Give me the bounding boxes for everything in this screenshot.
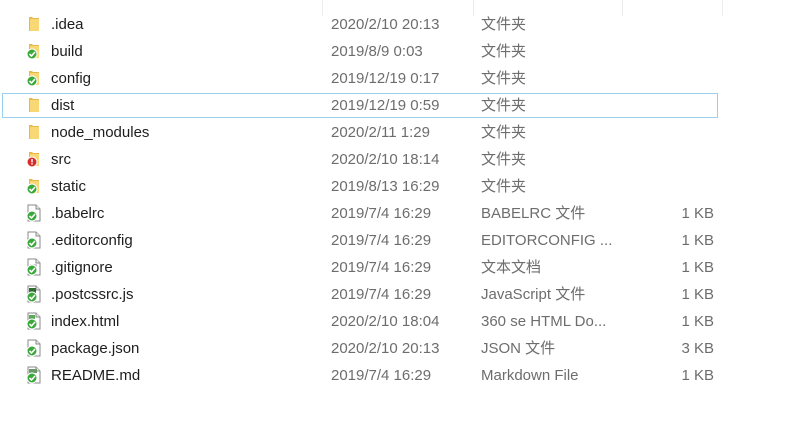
file-name: static [51,178,87,195]
file-name: README.md [51,367,141,384]
folder-icon [25,15,43,33]
file-size: 3 KB [681,340,714,357]
file-size: 1 KB [681,313,714,330]
file-size [630,38,714,65]
file-row[interactable]: .postcssrc.js 2019/7/4 16:29 JavaScript 文件… [0,281,795,308]
file-name: .babelrc [51,205,105,222]
file-size [630,92,714,119]
file-row[interactable]: src 2020/2/10 18:14 文件夹 [0,146,795,173]
file-size: 1 KB [681,259,714,276]
file-row[interactable]: static 2019/8/13 16:29 文件夹 [0,173,795,200]
file-row[interactable]: .babelrc 2019/7/4 16:29 BABELRC 文件 1 KB [0,200,795,227]
text-file-synced-icon [25,258,43,276]
file-row[interactable]: config 2019/12/19 0:17 文件夹 [0,65,795,92]
file-name: package.json [51,340,140,357]
file-type: BABELRC 文件 [481,205,586,222]
file-modified-date: 2020/2/10 18:14 [331,151,440,168]
file-size: 1 KB [681,232,714,249]
folder-synced-icon [25,69,43,87]
js-file-synced-icon [25,285,43,303]
folder-synced-icon [25,42,43,60]
html-file-synced-icon [25,312,43,330]
file-row[interactable]: README.md 2019/7/4 16:29 Markdown File 1 KB [0,362,795,389]
file-name: .idea [51,16,84,33]
file-modified-date: 2019/8/13 16:29 [331,178,440,195]
file-name: .gitignore [51,259,113,276]
folder-icon [25,123,43,141]
file-size: 1 KB [681,205,714,222]
folder-synced-icon [25,177,43,195]
file-type: 文件夹 [481,43,527,60]
file-name: src [51,151,71,168]
column-header-remnant [0,0,795,16]
file-type: 文本文档 [481,259,542,276]
file-modified-date: 2019/7/4 16:29 [331,367,432,384]
file-size: 1 KB [681,286,714,303]
file-type: 360 se HTML Do... [481,313,607,330]
file-row[interactable]: index.html 2020/2/10 18:04 360 se HTML Do.… [0,308,795,335]
file-type: Markdown File [481,367,579,384]
file-modified-date: 2019/12/19 0:17 [331,70,440,87]
file-type: JavaScript 文件 [481,286,586,303]
file-modified-date: 2019/7/4 16:29 [331,232,432,249]
file-name: build [51,43,83,60]
file-synced-icon [25,339,43,357]
file-modified-date: 2020/2/11 1:29 [331,124,430,141]
file-list: .idea 2020/2/10 20:13 文件夹 build 2019/8/9 0:0… [0,11,795,389]
file-type: 文件夹 [481,16,527,33]
file-modified-date: 2020/2/10 20:13 [331,16,440,33]
file-name: .editorconfig [51,232,133,249]
file-row[interactable]: node_modules 2020/2/11 1:29 文件夹 [0,119,795,146]
file-modified-date: 2020/2/10 18:04 [331,313,440,330]
file-synced-icon [25,231,43,249]
file-name: index.html [51,313,120,330]
file-modified-date: 2019/7/4 16:29 [331,205,432,222]
file-type: 文件夹 [481,151,527,168]
file-row[interactable]: .idea 2020/2/10 20:13 文件夹 [0,11,795,38]
file-row[interactable]: package.json 2020/2/10 20:13 JSON 文件 3 KB [0,335,795,362]
file-size [630,173,714,200]
file-size: 1 KB [681,367,714,384]
file-modified-date: 2019/7/4 16:29 [331,286,432,303]
file-size [630,119,714,146]
file-type: 文件夹 [481,178,527,195]
file-size [630,11,714,38]
file-type: EDITORCONFIG ... [481,232,613,249]
file-row[interactable]: .editorconfig 2019/7/4 16:29 EDITORCONFIG … [0,227,795,254]
file-type: 文件夹 [481,124,527,141]
file-modified-date: 2019/8/9 0:03 [331,43,423,60]
file-synced-icon [25,204,43,222]
file-type: 文件夹 [481,70,527,87]
file-size [630,65,714,92]
file-type: JSON 文件 [481,340,556,357]
file-name: config [51,70,92,87]
folder-icon [25,96,43,114]
folder-modified-icon [25,150,43,168]
file-type: 文件夹 [481,97,527,114]
file-row[interactable]: dist 2019/12/19 0:59 文件夹 [0,92,795,119]
file-size [630,146,714,173]
file-name: .postcssrc.js [51,286,134,303]
markdown-file-synced-icon [25,366,43,384]
file-modified-date: 2019/7/4 16:29 [331,259,432,276]
file-name: dist [51,97,75,114]
file-modified-date: 2020/2/10 20:13 [331,340,440,357]
file-modified-date: 2019/12/19 0:59 [331,97,440,114]
file-name: node_modules [51,124,150,141]
file-row[interactable]: build 2019/8/9 0:03 文件夹 [0,38,795,65]
file-row[interactable]: .gitignore 2019/7/4 16:29 文本文档 1 KB [0,254,795,281]
